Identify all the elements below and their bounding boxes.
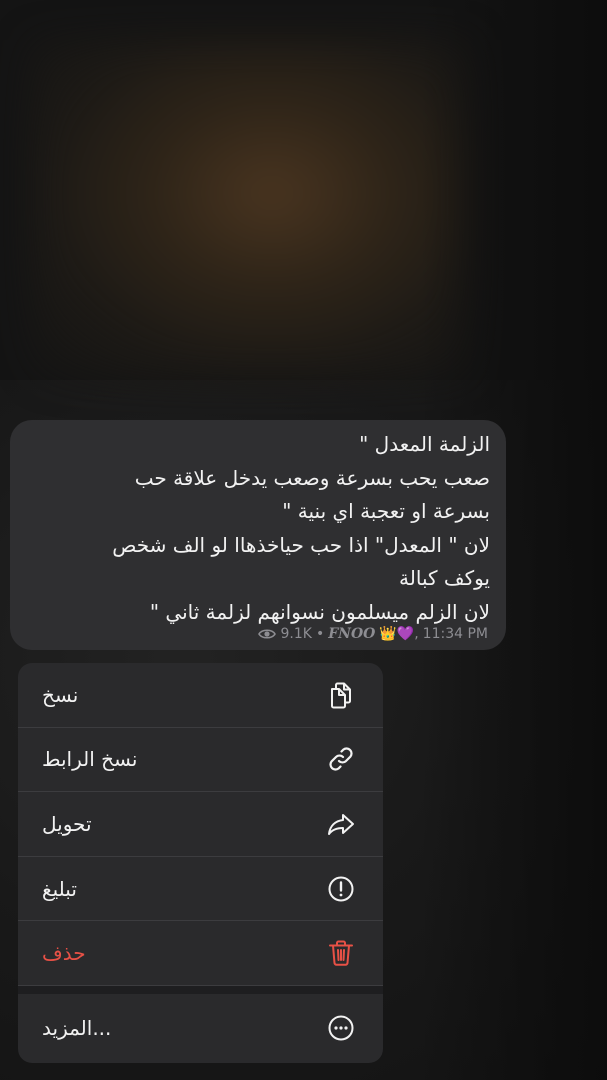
message-line: لان الزلم ميسلمون نسوانهم لزلمة ثاني " <box>149 599 490 624</box>
message-time: 11:34 PM <box>422 626 488 642</box>
message-meta: 9.1K • FNOO 👑💜, 11:34 PM <box>258 626 488 642</box>
menu-item-report[interactable]: تبليغ <box>18 857 383 922</box>
context-menu: نسخ نسخ الرابط تحويل تبليغ حذف المزيد... <box>18 663 383 1063</box>
message-line: بسرعة او تعجبة اي بنية " <box>282 499 490 523</box>
menu-item-delete[interactable]: حذف <box>18 921 383 986</box>
trash-icon <box>325 937 357 969</box>
message-line: لان " المعدل" اذا حب حياخذهاا لو الف شخص <box>112 532 490 557</box>
menu-item-label: نسخ <box>42 682 79 707</box>
menu-item-copy[interactable]: نسخ <box>18 663 383 728</box>
copy-icon <box>325 679 357 711</box>
menu-item-more[interactable]: المزيد... <box>18 994 383 1062</box>
report-icon <box>325 873 357 905</box>
message-line: صعب يحب بسرعة وصعب يدخل علاقة حب <box>134 465 490 490</box>
menu-item-label: نسخ الرابط <box>42 747 138 772</box>
forward-icon <box>325 808 357 840</box>
author-emojis: 👑💜, <box>379 626 419 642</box>
link-icon <box>325 743 357 775</box>
message-line: يوكف كبالة <box>399 566 490 590</box>
message-bubble[interactable]: الزلمة المعدل " صعب يحب بسرعة وصعب يدخل … <box>10 420 506 650</box>
menu-item-label: المزيد... <box>42 1015 112 1040</box>
menu-item-label: حذف <box>42 941 86 966</box>
menu-item-label: تبليغ <box>42 876 77 901</box>
menu-item-copy-link[interactable]: نسخ الرابط <box>18 728 383 793</box>
eye-icon <box>258 628 277 640</box>
menu-item-forward[interactable]: تحويل <box>18 792 383 857</box>
menu-separator <box>18 985 383 994</box>
more-icon <box>325 1012 357 1044</box>
view-count: 9.1K <box>280 626 312 642</box>
menu-item-label: تحويل <box>42 811 92 836</box>
message-text: الزلمة المعدل " صعب يحب بسرعة وصعب يدخل … <box>34 428 490 629</box>
message-line: الزلمة المعدل " <box>359 432 490 456</box>
meta-separator: • <box>315 626 325 642</box>
author-signature: FNOO <box>328 626 376 642</box>
